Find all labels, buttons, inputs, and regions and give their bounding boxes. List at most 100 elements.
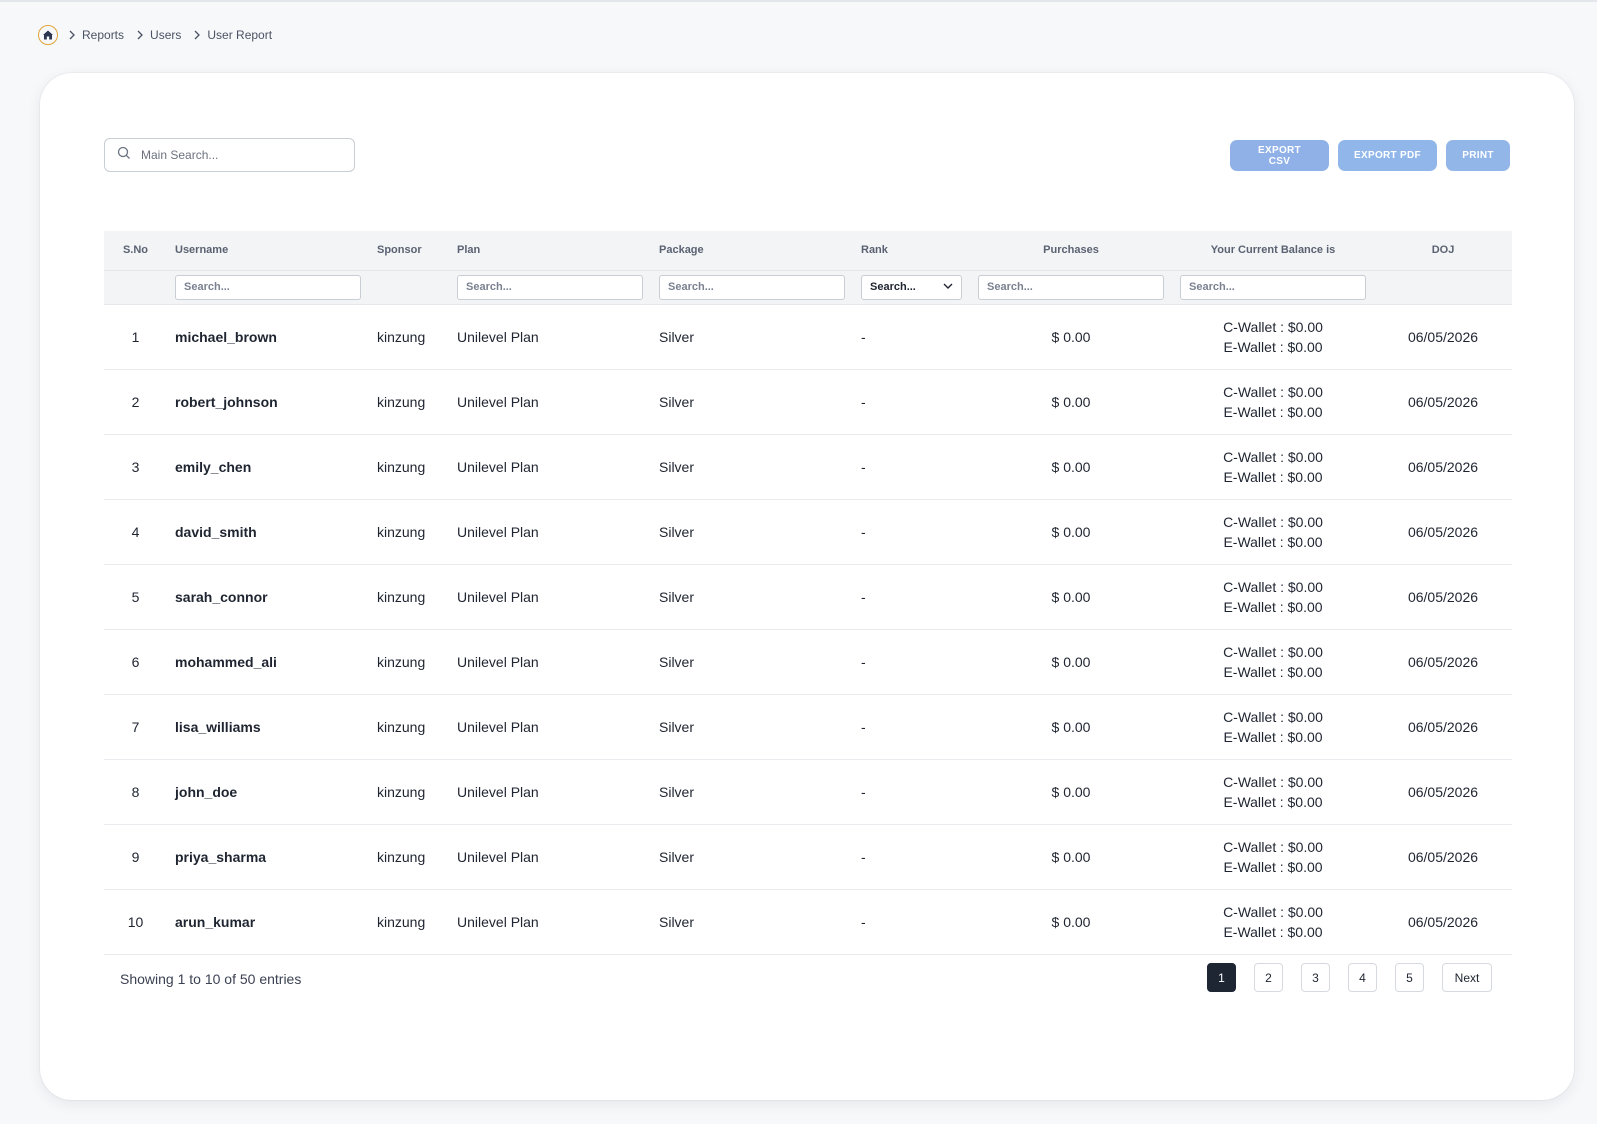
- e-wallet-balance: E-Wallet : $0.00: [1223, 663, 1323, 680]
- cell-purchases: $ 0.00: [970, 499, 1172, 565]
- export-pdf-button[interactable]: EXPORT PDF: [1338, 140, 1437, 171]
- col-sponsor[interactable]: Sponsor: [369, 231, 449, 270]
- filter-cell-username: [167, 269, 369, 305]
- col-plan[interactable]: Plan: [449, 231, 651, 270]
- e-wallet-balance: E-Wallet : $0.00: [1223, 598, 1323, 615]
- chevron-right-icon: [193, 30, 201, 40]
- cell-sponsor: kinzung: [369, 369, 449, 435]
- next-page-button[interactable]: Next: [1442, 963, 1492, 992]
- cell-sponsor: kinzung: [369, 824, 449, 890]
- e-wallet-balance: E-Wallet : $0.00: [1223, 923, 1323, 940]
- col-rank[interactable]: Rank: [853, 231, 970, 270]
- e-wallet-balance: E-Wallet : $0.00: [1223, 858, 1323, 875]
- cell-package: Silver: [651, 759, 853, 825]
- rank-filter-value: Search...: [870, 281, 916, 293]
- main-search-input[interactable]: [141, 148, 331, 162]
- c-wallet-balance: C-Wallet : $0.00: [1223, 773, 1323, 790]
- breadcrumb-users[interactable]: Users: [150, 28, 181, 42]
- col-package[interactable]: Package: [651, 231, 853, 270]
- package-filter-input[interactable]: [659, 274, 845, 300]
- plan-filter-input[interactable]: [457, 274, 643, 300]
- pagination: 1 2 3 4 5 Next: [1207, 963, 1492, 992]
- balance-filter-input[interactable]: [1180, 274, 1366, 300]
- e-wallet-balance: E-Wallet : $0.00: [1223, 728, 1323, 745]
- col-sno[interactable]: S.No: [104, 231, 167, 270]
- cell-username: robert_johnson: [167, 369, 369, 435]
- breadcrumb-reports[interactable]: Reports: [82, 28, 124, 42]
- cell-package: Silver: [651, 369, 853, 435]
- cell-rank: -: [853, 499, 970, 565]
- c-wallet-balance: C-Wallet : $0.00: [1223, 318, 1323, 335]
- filter-cell-empty: [1374, 269, 1512, 305]
- e-wallet-balance: E-Wallet : $0.00: [1223, 533, 1323, 550]
- cell-rank: -: [853, 824, 970, 890]
- col-doj[interactable]: DOJ: [1374, 231, 1512, 270]
- export-csv-button[interactable]: EXPORT CSV: [1230, 140, 1329, 171]
- cell-package: Silver: [651, 499, 853, 565]
- table-filter-row: Search...: [104, 269, 1512, 305]
- purchases-filter-input[interactable]: [978, 274, 1164, 300]
- cell-balance: C-Wallet : $0.00 E-Wallet : $0.00: [1172, 369, 1374, 435]
- main-search: [104, 138, 355, 172]
- table-footer: Showing 1 to 10 of 50 entries 1 2 3 4 5 Next: [104, 963, 1512, 995]
- cell-username: priya_sharma: [167, 824, 369, 890]
- filter-cell-plan: [449, 269, 651, 305]
- e-wallet-balance: E-Wallet : $0.00: [1223, 338, 1323, 355]
- breadcrumb-user-report: User Report: [207, 28, 273, 42]
- page-button-5[interactable]: 5: [1395, 963, 1424, 992]
- username-filter-input[interactable]: [175, 274, 361, 300]
- c-wallet-balance: C-Wallet : $0.00: [1223, 578, 1323, 595]
- cell-sno: 7: [104, 694, 167, 760]
- cell-purchases: $ 0.00: [970, 369, 1172, 435]
- e-wallet-balance: E-Wallet : $0.00: [1223, 403, 1323, 420]
- rank-filter-select[interactable]: Search...: [861, 274, 962, 300]
- cell-purchases: $ 0.00: [970, 889, 1172, 955]
- cell-purchases: $ 0.00: [970, 434, 1172, 500]
- cell-username: john_doe: [167, 759, 369, 825]
- col-balance[interactable]: Your Current Balance is: [1172, 231, 1374, 270]
- page-button-4[interactable]: 4: [1348, 963, 1377, 992]
- cell-sponsor: kinzung: [369, 304, 449, 370]
- cell-rank: -: [853, 369, 970, 435]
- c-wallet-balance: C-Wallet : $0.00: [1223, 708, 1323, 725]
- table-body: 1 michael_brown kinzung Unilevel Plan Silver…: [104, 304, 1512, 955]
- cell-sponsor: kinzung: [369, 889, 449, 955]
- print-button[interactable]: PRINT: [1446, 140, 1510, 171]
- cell-sno: 3: [104, 434, 167, 500]
- cell-doj: 06/05/2026: [1374, 434, 1512, 500]
- filter-cell-package: [651, 269, 853, 305]
- toolbar: EXPORT CSV EXPORT PDF PRINT: [1230, 140, 1510, 171]
- cell-doj: 06/05/2026: [1374, 824, 1512, 890]
- col-username[interactable]: Username: [167, 231, 369, 270]
- table-header-row: S.No Username Sponsor Plan Package Rank …: [104, 231, 1512, 270]
- c-wallet-balance: C-Wallet : $0.00: [1223, 903, 1323, 920]
- cell-plan: Unilevel Plan: [449, 434, 651, 500]
- cell-package: Silver: [651, 824, 853, 890]
- home-icon[interactable]: [38, 25, 58, 45]
- breadcrumb: Reports Users User Report: [38, 24, 282, 46]
- cell-plan: Unilevel Plan: [449, 694, 651, 760]
- filter-cell-rank: Search...: [853, 269, 970, 305]
- search-icon: [117, 146, 131, 165]
- cell-doj: 06/05/2026: [1374, 889, 1512, 955]
- cell-plan: Unilevel Plan: [449, 889, 651, 955]
- page-button-1[interactable]: 1: [1207, 963, 1236, 992]
- cell-balance: C-Wallet : $0.00 E-Wallet : $0.00: [1172, 694, 1374, 760]
- cell-rank: -: [853, 694, 970, 760]
- cell-plan: Unilevel Plan: [449, 629, 651, 695]
- cell-sno: 10: [104, 889, 167, 955]
- table-row: 2 robert_johnson kinzung Unilevel Plan Silve…: [104, 369, 1512, 435]
- cell-rank: -: [853, 889, 970, 955]
- table-row: 5 sarah_connor kinzung Unilevel Plan Silver -…: [104, 564, 1512, 630]
- page-button-3[interactable]: 3: [1301, 963, 1330, 992]
- cell-sponsor: kinzung: [369, 759, 449, 825]
- page-button-2[interactable]: 2: [1254, 963, 1283, 992]
- filter-cell-empty: [104, 269, 167, 305]
- cell-balance: C-Wallet : $0.00 E-Wallet : $0.00: [1172, 759, 1374, 825]
- cell-rank: -: [853, 759, 970, 825]
- cell-plan: Unilevel Plan: [449, 824, 651, 890]
- chevron-down-icon: [943, 281, 953, 293]
- cell-username: mohammed_ali: [167, 629, 369, 695]
- cell-doj: 06/05/2026: [1374, 304, 1512, 370]
- col-purchases[interactable]: Purchases: [970, 231, 1172, 270]
